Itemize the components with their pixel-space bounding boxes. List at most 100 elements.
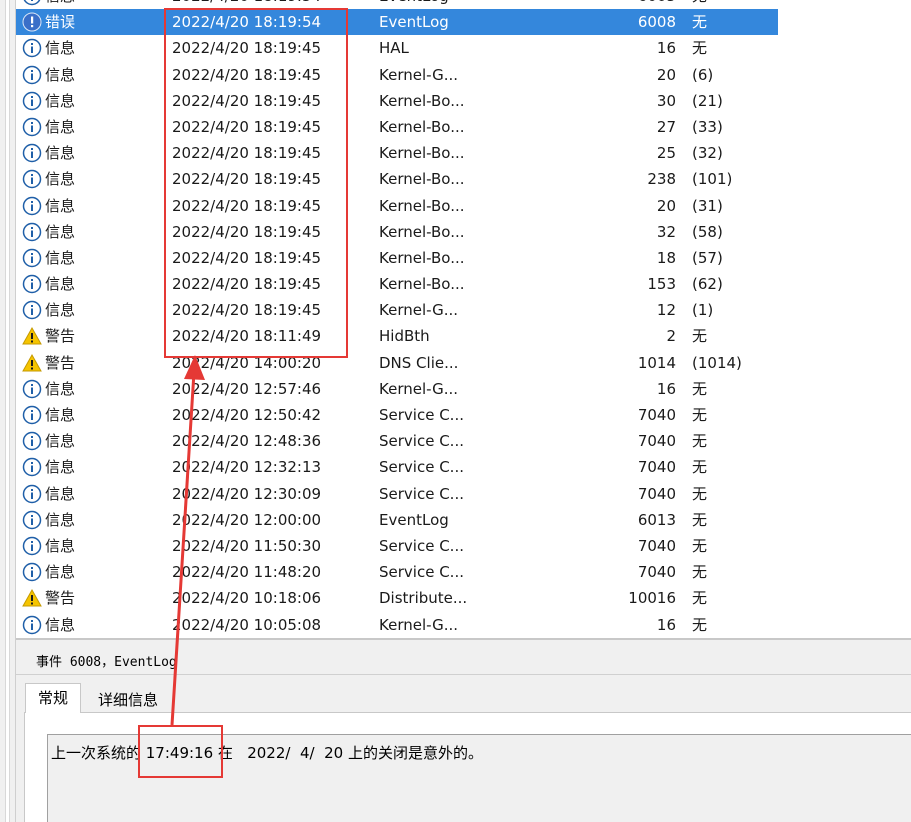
detail-title-divider (16, 674, 911, 675)
info-icon (22, 431, 42, 451)
event-row[interactable]: 信息 2022/4/20 18:19:45 Kernel-G... 12 (1) (16, 297, 778, 323)
event-row[interactable]: 信息 2022/4/20 12:57:46 Kernel-G... 16 无 (16, 376, 778, 402)
info-icon (22, 457, 42, 477)
event-source: Service C... (379, 406, 464, 424)
event-row[interactable]: 信息 2022/4/20 11:50:30 Service C... 7040 无 (16, 533, 778, 559)
event-source: EventLog (379, 0, 449, 5)
event-row[interactable]: 警告 2022/4/20 14:00:20 DNS Clie... 1014 (1014… (16, 350, 778, 376)
event-task-category: 无 (692, 39, 708, 58)
event-level: 警告 (45, 327, 76, 346)
event-row[interactable]: 警告 2022/4/20 10:18:06 Distribute... 10016 无 (16, 585, 778, 611)
info-icon (22, 117, 42, 137)
event-level: 信息 (45, 65, 76, 84)
event-row[interactable]: 信息 2022/4/20 18:19:45 Kernel-Bo... 18 (57) (16, 245, 778, 271)
event-level: 信息 (45, 196, 76, 215)
event-row[interactable]: 信息 2022/4/20 18:19:54 EventLog 6005 无 (16, 0, 778, 9)
event-source: Kernel-G... (379, 615, 459, 634)
event-source: Service C... (379, 536, 464, 555)
event-id: 20 (656, 196, 676, 215)
tab-details[interactable]: 详细信息 (86, 687, 170, 713)
event-source: EventLog (379, 13, 449, 32)
event-source: Service C... (379, 484, 464, 503)
info-icon (22, 143, 42, 163)
event-task-category: (62) (692, 275, 723, 294)
event-row[interactable]: 信息 2022/4/20 11:48:20 Service C... 7040 无 (16, 559, 778, 585)
event-source: Kernel-Bo... (379, 275, 465, 294)
info-icon (22, 405, 42, 425)
event-id: 7040 (637, 563, 676, 582)
event-level: 信息 (45, 406, 76, 424)
event-row[interactable]: 信息 2022/4/20 18:19:45 Kernel-Bo... 20 (31) (16, 193, 778, 219)
event-source: Service C... (379, 563, 464, 582)
info-icon (22, 38, 42, 58)
event-id: 16 (656, 379, 676, 398)
event-level: 信息 (45, 248, 76, 267)
event-level: 错误 (45, 13, 76, 32)
event-date-time: 2022/4/20 12:32:13 (172, 458, 322, 477)
event-row[interactable]: 错误 2022/4/20 18:19:54 EventLog 6008 无 (16, 9, 778, 36)
warning-icon (22, 353, 42, 373)
event-level: 信息 (45, 510, 76, 529)
error-icon (22, 12, 42, 32)
event-list[interactable]: 信息2022/4/20 18:19:54EventLog6005无错误2022/… (16, 0, 911, 638)
event-row[interactable]: 信息 2022/4/20 12:50:42 Service C... 7040 无 (16, 402, 778, 428)
event-row[interactable]: 信息 2022/4/20 18:19:45 Kernel-Bo... 32 (58) (16, 219, 778, 245)
event-id: 32 (656, 222, 676, 241)
info-icon (22, 379, 42, 399)
event-source: Kernel-G... (379, 65, 459, 84)
event-row[interactable]: 信息 2022/4/20 18:19:45 Kernel-Bo... 153 (62) (16, 271, 778, 297)
event-date-time: 2022/4/20 10:18:06 (172, 589, 322, 608)
info-icon (22, 169, 42, 189)
event-source: HidBth (379, 327, 430, 346)
annotation-box-timestamps (164, 8, 348, 358)
event-row[interactable]: 信息 2022/4/20 10:05:08 Kernel-G... 16 无 (16, 612, 778, 638)
event-id: 27 (656, 117, 676, 136)
event-source: Service C... (379, 432, 464, 451)
event-level: 信息 (45, 39, 76, 58)
event-source: Kernel-Bo... (379, 170, 465, 189)
event-level: 信息 (45, 563, 76, 582)
event-row[interactable]: 信息 2022/4/20 18:19:45 Kernel-Bo... 25 (32) (16, 140, 778, 166)
event-task-category: 无 (692, 510, 708, 529)
event-row[interactable]: 信息 2022/4/20 12:00:00 EventLog 6013 无 (16, 507, 778, 533)
info-icon (22, 91, 42, 111)
event-task-category: 无 (692, 13, 708, 32)
event-id: 25 (656, 144, 676, 163)
info-icon (22, 196, 42, 216)
event-row[interactable]: 信息 2022/4/20 18:19:45 Kernel-Bo... 238 (101) (16, 166, 778, 192)
event-level: 信息 (45, 484, 76, 503)
event-row[interactable]: 信息 2022/4/20 12:48:36 Service C... 7040 无 (16, 428, 778, 454)
event-date-time: 2022/4/20 12:50:42 (172, 406, 322, 424)
event-id: 7040 (637, 536, 676, 555)
event-task-category: 无 (692, 379, 708, 398)
event-id: 16 (656, 615, 676, 634)
event-row[interactable]: 信息 2022/4/20 18:19:45 Kernel-Bo... 30 (21) (16, 88, 778, 114)
event-row[interactable]: 信息 2022/4/20 18:19:45 HAL 16 无 (16, 35, 778, 61)
event-row[interactable]: 警告 2022/4/20 18:11:49 HidBth 2 无 (16, 323, 778, 349)
event-task-category: 无 (692, 563, 708, 582)
event-task-category: (58) (692, 222, 723, 241)
tab-general[interactable]: 常规 (25, 683, 82, 713)
info-icon (22, 536, 42, 556)
info-icon (22, 510, 42, 530)
event-row[interactable]: 信息 2022/4/20 12:30:09 Service C... 7040 无 (16, 481, 778, 507)
info-icon (22, 248, 42, 268)
event-task-category: (6) (692, 65, 714, 84)
event-rows: 信息2022/4/20 18:19:54EventLog6005无错误2022/… (16, 0, 911, 638)
event-source: DNS Clie... (379, 353, 459, 372)
event-task-category: 无 (692, 589, 708, 608)
event-task-category: 无 (692, 406, 708, 424)
event-row[interactable]: 信息 2022/4/20 18:19:45 Kernel-Bo... 27 (33) (16, 114, 778, 140)
event-level: 信息 (45, 615, 76, 634)
event-row[interactable]: 信息 2022/4/20 12:32:13 Service C... 7040 无 (16, 454, 778, 480)
event-id: 10016 (628, 589, 676, 608)
event-date-time: 2022/4/20 10:05:08 (172, 615, 322, 634)
event-date-time: 2022/4/20 11:50:30 (172, 536, 322, 555)
event-level: 信息 (45, 536, 76, 555)
event-source: Kernel-G... (379, 379, 459, 398)
event-task-category: 无 (692, 458, 708, 477)
event-row[interactable]: 信息 2022/4/20 18:19:45 Kernel-G... 20 (6) (16, 62, 778, 88)
event-level: 警告 (45, 353, 76, 372)
info-icon (22, 274, 42, 294)
event-source: Kernel-Bo... (379, 117, 465, 136)
